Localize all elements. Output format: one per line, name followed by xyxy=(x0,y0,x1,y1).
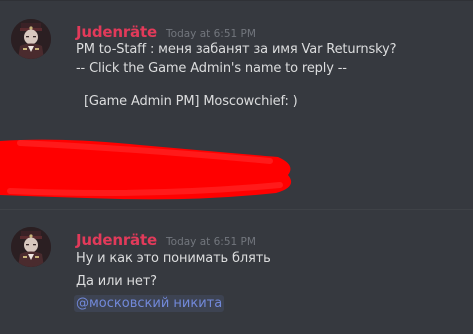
timestamp: Today at 6:51 PM xyxy=(166,28,256,40)
message-line: [Game Admin PM] Moscowchief: ) xyxy=(84,94,298,109)
message-header: Judenräte Today at 6:51 PM xyxy=(76,22,256,41)
message-divider xyxy=(0,209,473,210)
message-line: PM to-Staff : меня забанят за имя Var Re… xyxy=(76,42,397,57)
avatar[interactable] xyxy=(11,19,51,59)
top-divider xyxy=(0,0,473,1)
chat-messages-pane: Judenräte Today at 6:51 PM PM to-Staff :… xyxy=(0,0,473,334)
avatar-image xyxy=(11,19,51,59)
message-line: Да или нет? xyxy=(76,274,157,289)
username[interactable]: Judenräte xyxy=(76,23,157,41)
user-mention[interactable]: @московский никита xyxy=(74,295,225,312)
avatar[interactable] xyxy=(11,227,51,267)
message-line: Ну и как это понимать блять xyxy=(76,251,271,266)
redaction-scribble xyxy=(0,139,292,200)
username[interactable]: Judenräte xyxy=(76,231,157,249)
timestamp: Today at 6:51 PM xyxy=(166,236,256,248)
avatar-image xyxy=(11,227,51,267)
message-header: Judenräte Today at 6:51 PM xyxy=(76,230,256,249)
message-line: -- Click the Game Admin's name to reply … xyxy=(76,61,347,76)
